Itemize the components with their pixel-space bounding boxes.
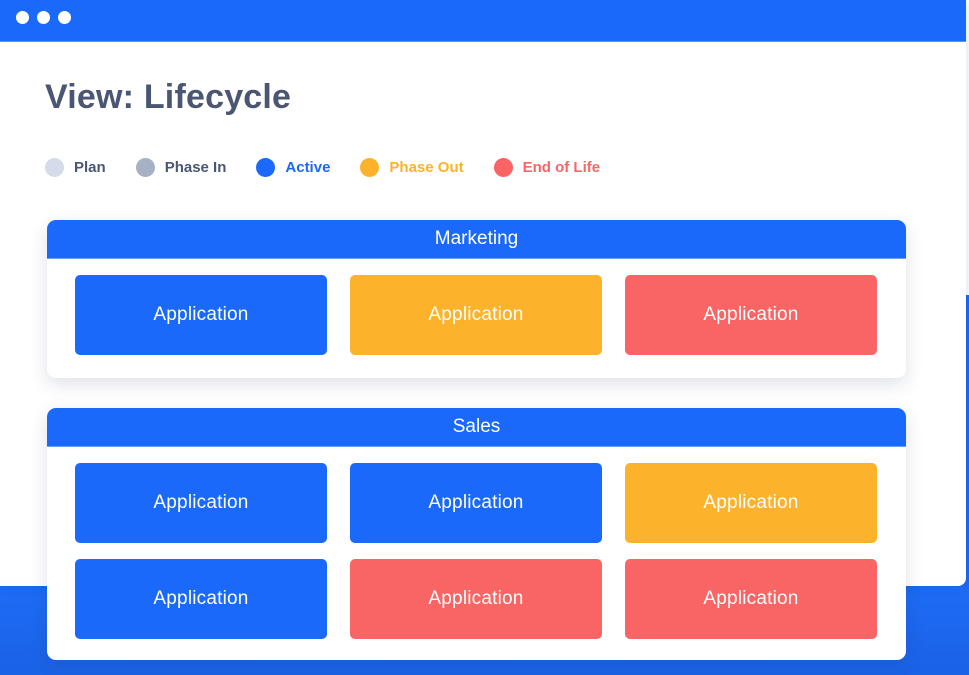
application-grid: Application Application Application bbox=[47, 259, 906, 355]
phase-out-dot-icon bbox=[360, 157, 380, 177]
window-controls bbox=[16, 11, 71, 24]
application-tile[interactable]: Application bbox=[625, 463, 877, 543]
window-dot-icon[interactable] bbox=[37, 11, 50, 24]
legend-item-phase-out: Phase Out bbox=[360, 157, 464, 177]
group-card-sales: Sales Application Application Applicatio… bbox=[47, 408, 906, 660]
group-header: Sales bbox=[47, 408, 906, 447]
application-grid: Application Application Application Appl… bbox=[47, 447, 906, 639]
application-tile[interactable]: Application bbox=[350, 463, 602, 543]
legend-item-end-of-life: End of Life bbox=[493, 157, 601, 177]
application-tile[interactable]: Application bbox=[75, 559, 327, 639]
legend-label: Phase Out bbox=[389, 158, 464, 176]
legend-item-phase-in: Phase In bbox=[135, 157, 227, 177]
group-header: Marketing bbox=[47, 220, 906, 259]
application-tile[interactable]: Application bbox=[350, 559, 602, 639]
application-tile[interactable]: Application bbox=[75, 275, 327, 355]
window-dot-icon[interactable] bbox=[16, 11, 29, 24]
application-tile[interactable]: Application bbox=[625, 275, 877, 355]
legend-label: End of Life bbox=[522, 158, 601, 176]
legend-item-active: Active bbox=[256, 157, 331, 177]
end-of-life-dot-icon bbox=[493, 157, 513, 177]
application-tile[interactable]: Application bbox=[75, 463, 327, 543]
legend-item-plan: Plan bbox=[45, 157, 106, 177]
page-title: View: Lifecycle bbox=[45, 78, 292, 116]
application-tile[interactable]: Application bbox=[350, 275, 602, 355]
plan-dot-icon bbox=[45, 157, 64, 177]
active-dot-icon bbox=[256, 157, 276, 177]
application-tile[interactable]: Application bbox=[625, 559, 877, 639]
phase-in-dot-icon bbox=[135, 157, 155, 177]
window-titlebar bbox=[0, 0, 966, 42]
group-card-marketing: Marketing Application Application Applic… bbox=[47, 220, 906, 378]
legend-label: Plan bbox=[74, 158, 106, 176]
window-dot-icon[interactable] bbox=[58, 11, 71, 24]
legend-label: Active bbox=[285, 158, 331, 176]
lifecycle-legend: Plan Phase In Active Phase Out End of Li… bbox=[45, 156, 630, 178]
legend-label: Phase In bbox=[164, 158, 227, 176]
